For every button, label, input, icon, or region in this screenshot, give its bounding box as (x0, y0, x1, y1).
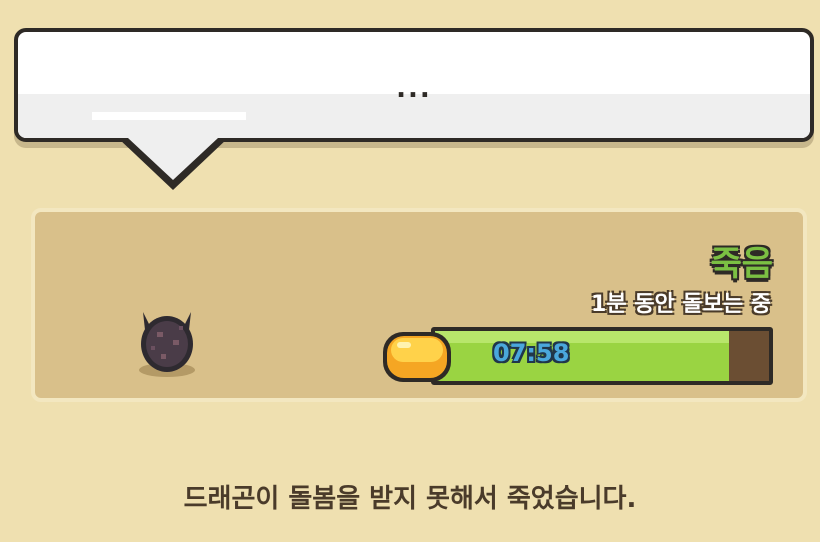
speech-bubble-text: ... (396, 74, 432, 104)
timer-value: 07:58 (493, 339, 570, 367)
gold-egg-icon (383, 332, 451, 382)
speech-bubble: ... (14, 28, 814, 142)
speech-bubble-tail (118, 138, 228, 190)
care-duration-label: 1분 동안 돌보는 중 (591, 292, 771, 317)
care-timer-progress-bar: 07:58 (431, 327, 773, 385)
dragon-status-card[interactable]: 죽음 1분 동안 돌보는 중 07:58 (31, 208, 807, 402)
progress-fill (435, 331, 729, 381)
status-label: 죽음 (710, 244, 773, 284)
death-message: 드래곤이 돌봄을 받지 못해서 죽었습니다. (183, 484, 637, 514)
speech-bubble-highlight (92, 112, 246, 120)
dark-horned-dragon-egg-icon (139, 312, 195, 377)
